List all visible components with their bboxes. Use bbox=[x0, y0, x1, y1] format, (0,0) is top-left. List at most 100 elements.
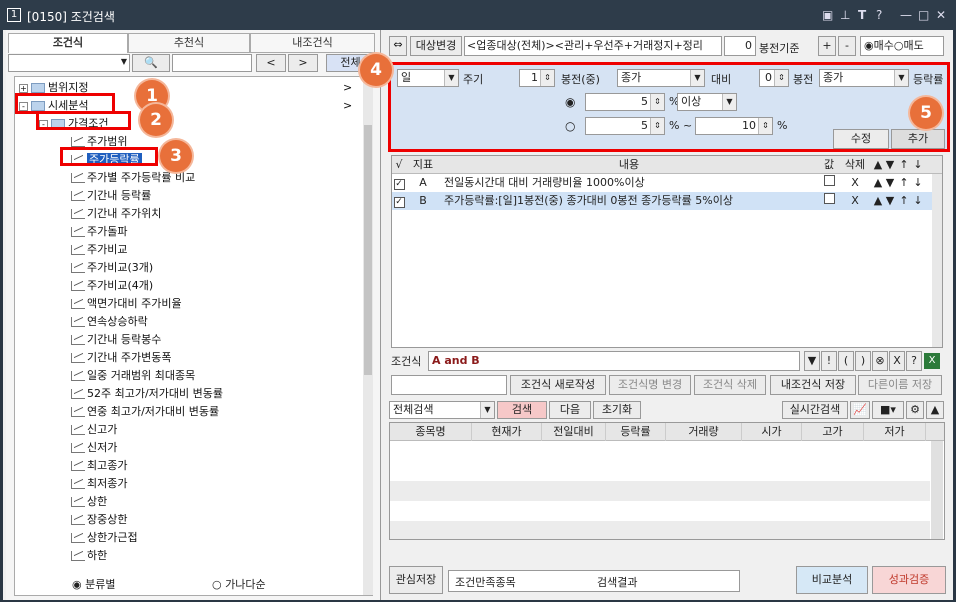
tree-item[interactable]: 액면가대비 주가비율 bbox=[71, 295, 182, 313]
tree-item[interactable]: 하한 bbox=[71, 547, 107, 565]
rename-condition-button[interactable]: 조건식명 변경 bbox=[609, 375, 691, 395]
formula-tool-button[interactable]: X bbox=[889, 351, 905, 371]
edit-button[interactable]: 수정 bbox=[833, 129, 889, 149]
row-delete-button[interactable]: X bbox=[840, 174, 870, 192]
formula-tool-button[interactable]: ▼ bbox=[804, 351, 820, 371]
compare-analysis-button[interactable]: 비교분석 bbox=[796, 566, 868, 594]
expand-arrow-icon[interactable]: > bbox=[343, 79, 352, 97]
move-down-icon[interactable]: ▼ bbox=[884, 174, 896, 192]
tab-conditions[interactable]: 조건식 bbox=[8, 33, 128, 53]
move-down-icon[interactable]: ▼ bbox=[884, 192, 896, 210]
change-target-button[interactable]: 대상변경 bbox=[410, 36, 462, 56]
tree-item[interactable]: 신저가 bbox=[71, 439, 117, 457]
next-result-button[interactable]: 다음 bbox=[549, 401, 591, 419]
move-up-icon[interactable]: ▲ bbox=[872, 192, 884, 210]
v1-spinner[interactable]: 5 ⇕ bbox=[585, 93, 665, 111]
font-size-icon[interactable]: T bbox=[858, 8, 866, 22]
tree-scrollbar[interactable] bbox=[363, 77, 373, 595]
toggle-panel-icon[interactable]: ⇔ bbox=[389, 36, 407, 56]
tab-my-conditions[interactable]: 내조건식 bbox=[250, 33, 375, 53]
tree-item[interactable]: 기간내 주가변동폭 bbox=[71, 349, 171, 367]
tree-item[interactable]: 주가돌파 bbox=[71, 223, 127, 241]
row-checkbox[interactable]: ✓ bbox=[393, 197, 405, 208]
result-col-header[interactable]: 시가 bbox=[742, 423, 802, 441]
price2-select[interactable]: 종가 ▼ bbox=[819, 69, 909, 87]
indicator-row[interactable]: ✓ A 전일동시간대 대비 거래량비율 1000%이상 X ▲ ▼ ↑ ↓ bbox=[392, 174, 932, 192]
result-col-header[interactable]: 종목명 bbox=[390, 423, 472, 441]
excel-icon[interactable]: X bbox=[924, 353, 940, 369]
pin-icon[interactable]: ⊥ bbox=[840, 8, 850, 22]
minimize-icon[interactable]: — bbox=[900, 8, 912, 22]
v3-spinner[interactable]: 10 ⇕ bbox=[695, 117, 773, 135]
performance-check-button[interactable]: 성과검증 bbox=[872, 566, 946, 594]
search-input[interactable] bbox=[172, 54, 252, 72]
table-scrollbar[interactable] bbox=[932, 174, 942, 347]
tree-item[interactable]: 기간내 등락률 bbox=[71, 187, 151, 205]
settings-icon[interactable]: ⚙ bbox=[906, 401, 924, 419]
radio-min[interactable]: ◉ bbox=[565, 95, 575, 109]
tree-item[interactable]: 주가비교 bbox=[71, 241, 127, 259]
reset-button[interactable]: 초기화 bbox=[593, 401, 641, 419]
tree-item[interactable]: 52주 최고가/저가대비 변동률 bbox=[71, 385, 223, 403]
formula-tool-button[interactable]: ! bbox=[821, 351, 837, 371]
chart-icon[interactable]: 📈 bbox=[850, 401, 870, 419]
result-col-header[interactable]: 등락률 bbox=[606, 423, 666, 441]
tree-item[interactable]: 주가비교(3개) bbox=[71, 259, 153, 277]
row-value-checkbox[interactable] bbox=[823, 193, 835, 204]
next-button[interactable]: > bbox=[288, 54, 318, 72]
row-delete-button[interactable]: X bbox=[840, 192, 870, 210]
indicator-row[interactable]: ✓ B 주가등락률:[일]1봉전(중) 종가대비 0봉전 종가등락률 5%이상 X ▲ ▼… bbox=[392, 192, 932, 210]
operator-select[interactable]: 이상 ▼ bbox=[677, 93, 737, 111]
period-select[interactable]: 일 ▼ bbox=[397, 69, 459, 87]
plus-button[interactable]: + bbox=[818, 36, 836, 56]
help-icon[interactable]: ? bbox=[876, 8, 882, 22]
result-scrollbar[interactable] bbox=[931, 441, 943, 539]
radio-by-category[interactable]: ◉ 분류별 bbox=[72, 576, 115, 592]
window-layout-icon[interactable]: ▣ bbox=[822, 8, 833, 22]
formula-tool-button[interactable]: ⊗ bbox=[872, 351, 888, 371]
row-value-checkbox[interactable] bbox=[823, 175, 835, 186]
n1-spinner[interactable]: 1 ⇕ bbox=[519, 69, 555, 87]
close-icon[interactable]: ✕ bbox=[936, 8, 946, 22]
formula-tool-button[interactable]: ( bbox=[838, 351, 854, 371]
tree-item[interactable]: 주가비교(4개) bbox=[71, 277, 153, 295]
result-col-header[interactable]: 현재가 bbox=[472, 423, 542, 441]
tree-item[interactable]: 상한 bbox=[71, 493, 107, 511]
radio-alphabetical[interactable]: ○ 가나다순 bbox=[212, 576, 266, 592]
formula-tool-button[interactable]: ? bbox=[906, 351, 922, 371]
save-watchlist-button[interactable]: 관심저장 bbox=[389, 566, 443, 594]
tree-item[interactable]: 연중 최고가/저가대비 변동률 bbox=[71, 403, 219, 421]
price1-select[interactable]: 종가 ▼ bbox=[617, 69, 705, 87]
new-condition-button[interactable]: 조건식 새로작성 bbox=[510, 375, 606, 395]
save-my-condition-button[interactable]: 내조건식 저장 bbox=[770, 375, 856, 395]
tree-item[interactable]: 연속상승하락 bbox=[71, 313, 148, 331]
move-bottom-icon[interactable]: ↓ bbox=[912, 192, 924, 210]
prev-button[interactable]: < bbox=[256, 54, 286, 72]
tree-item[interactable]: 최저종가 bbox=[71, 475, 127, 493]
tree-item[interactable]: 일중 거래범위 최대종목 bbox=[71, 367, 195, 385]
tab-recommended[interactable]: 추천식 bbox=[128, 33, 250, 53]
add-button[interactable]: 추가 bbox=[891, 129, 945, 149]
color-select-icon[interactable]: ■▾ bbox=[872, 401, 904, 419]
tree-item[interactable]: 신고가 bbox=[71, 421, 117, 439]
radio-range[interactable]: ○ bbox=[565, 119, 575, 133]
move-bottom-icon[interactable]: ↓ bbox=[912, 174, 924, 192]
n2-spinner[interactable]: 0 ⇕ bbox=[759, 69, 789, 87]
tree-item[interactable]: 장중상한 bbox=[71, 511, 127, 529]
tree-item[interactable]: 상한가근접 bbox=[71, 529, 138, 547]
expand-arrow-icon[interactable]: > bbox=[343, 97, 352, 115]
minus-button[interactable]: - bbox=[838, 36, 856, 56]
expand-icon[interactable]: + bbox=[19, 83, 28, 93]
search-icon[interactable]: 🔍 bbox=[132, 54, 170, 72]
result-col-header[interactable]: 전일대비 bbox=[542, 423, 606, 441]
delete-condition-button[interactable]: 조건식 삭제 bbox=[694, 375, 766, 395]
result-col-header[interactable]: 거래량 bbox=[666, 423, 742, 441]
condition-name-input[interactable] bbox=[391, 375, 507, 395]
realtime-search-button[interactable]: 실시간검색 bbox=[782, 401, 848, 419]
tree-item[interactable]: 기간내 주가위치 bbox=[71, 205, 161, 223]
formula-tool-button[interactable]: ) bbox=[855, 351, 871, 371]
save-as-button[interactable]: 다른이름 저장 bbox=[858, 375, 942, 395]
v2-spinner[interactable]: 5 ⇕ bbox=[585, 117, 665, 135]
search-button[interactable]: 검색 bbox=[497, 401, 547, 419]
maximize-icon[interactable]: □ bbox=[918, 8, 929, 22]
